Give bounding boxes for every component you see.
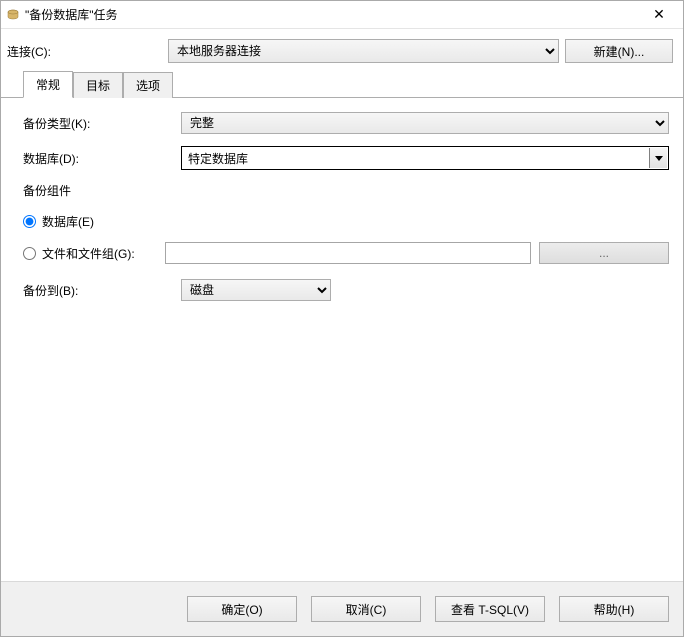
tab-target[interactable]: 目标 (73, 72, 123, 98)
tab-strip: 常规 目标 选项 (1, 71, 683, 98)
chevron-down-icon[interactable] (649, 148, 667, 168)
help-button[interactable]: 帮助(H) (559, 596, 669, 622)
radio-files-row: 文件和文件组(G): ... (23, 241, 669, 265)
radio-database[interactable] (23, 215, 36, 228)
titlebar: "备份数据库"任务 ✕ (1, 1, 683, 29)
view-tsql-button[interactable]: 查看 T-SQL(V) (435, 596, 545, 622)
ok-button[interactable]: 确定(O) (187, 596, 297, 622)
database-row: 数据库(D): 特定数据库 (23, 146, 669, 170)
backup-type-select[interactable]: 完整 (181, 112, 669, 134)
database-value: 特定数据库 (188, 150, 248, 167)
tab-content: 备份类型(K): 完整 数据库(D): 特定数据库 备份组件 数据库(E) 文件… (1, 98, 683, 582)
radio-database-row: 数据库(E) (23, 209, 669, 233)
radio-database-label[interactable]: 数据库(E) (23, 213, 157, 230)
radio-files-label[interactable]: 文件和文件组(G): (23, 245, 157, 262)
connection-select[interactable]: 本地服务器连接 (168, 39, 559, 63)
files-input[interactable] (165, 242, 531, 264)
close-icon[interactable]: ✕ (639, 1, 679, 28)
browse-button[interactable]: ... (539, 242, 669, 264)
window-title: "备份数据库"任务 (25, 6, 639, 23)
backup-type-row: 备份类型(K): 完整 (23, 112, 669, 134)
backup-component-label: 备份组件 (23, 182, 669, 199)
app-icon (5, 7, 21, 23)
button-bar: 确定(O) 取消(C) 查看 T-SQL(V) 帮助(H) (1, 582, 683, 636)
database-label: 数据库(D): (23, 150, 173, 167)
connection-row: 连接(C): 本地服务器连接 新建(N)... (1, 29, 683, 71)
backup-to-label: 备份到(B): (23, 282, 173, 299)
connection-label: 连接(C): (7, 43, 162, 60)
new-connection-button[interactable]: 新建(N)... (565, 39, 673, 63)
database-select[interactable]: 特定数据库 (181, 146, 669, 170)
backup-to-select[interactable]: 磁盘 (181, 279, 331, 301)
radio-files[interactable] (23, 247, 36, 260)
backup-to-row: 备份到(B): 磁盘 (23, 279, 669, 301)
tab-options[interactable]: 选项 (123, 72, 173, 98)
tab-general[interactable]: 常规 (23, 71, 73, 98)
cancel-button[interactable]: 取消(C) (311, 596, 421, 622)
backup-type-label: 备份类型(K): (23, 115, 173, 132)
